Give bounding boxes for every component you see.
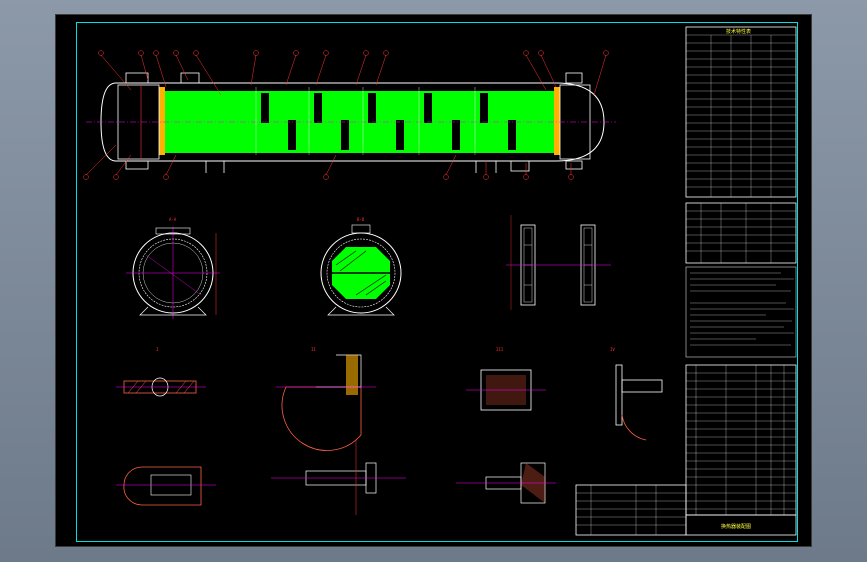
title-block: 技术特性表 换热器装配图 bbox=[575, 26, 797, 536]
tech-table bbox=[685, 26, 797, 198]
section-a-view: A-A bbox=[126, 217, 220, 319]
tech-table-title: 技术特性表 bbox=[726, 28, 751, 35]
bottom-details bbox=[116, 440, 556, 515]
detail-1-label: I bbox=[156, 347, 159, 352]
notes-block bbox=[685, 266, 797, 358]
detail-1-view: I bbox=[116, 347, 206, 397]
detail-4-view: IV bbox=[610, 347, 663, 441]
baffle-side-views bbox=[506, 215, 611, 310]
drawing-canvas: A-A B-B I II III IV 技术特性表 换热器装配图 bbox=[83, 26, 797, 536]
drawing-viewport[interactable]: A-A B-B I II III IV 技术特性表 换热器装配图 bbox=[55, 14, 812, 547]
detail-4-label: IV bbox=[610, 347, 615, 352]
section-b-label: B-B bbox=[357, 217, 365, 222]
parts-list bbox=[685, 364, 797, 516]
detail-3-label: III bbox=[496, 347, 504, 352]
vessel-elevation-view bbox=[83, 50, 616, 180]
section-b-view: B-B bbox=[320, 217, 402, 316]
section-a-label: A-A bbox=[169, 217, 177, 222]
detail-2-label: II bbox=[311, 347, 316, 352]
nozzle-table bbox=[685, 202, 797, 264]
detail-3-view: III bbox=[466, 347, 546, 411]
detail-2-view: II bbox=[276, 347, 376, 451]
revision-block bbox=[575, 484, 687, 536]
drawing-name: 换热器装配图 bbox=[721, 523, 751, 530]
